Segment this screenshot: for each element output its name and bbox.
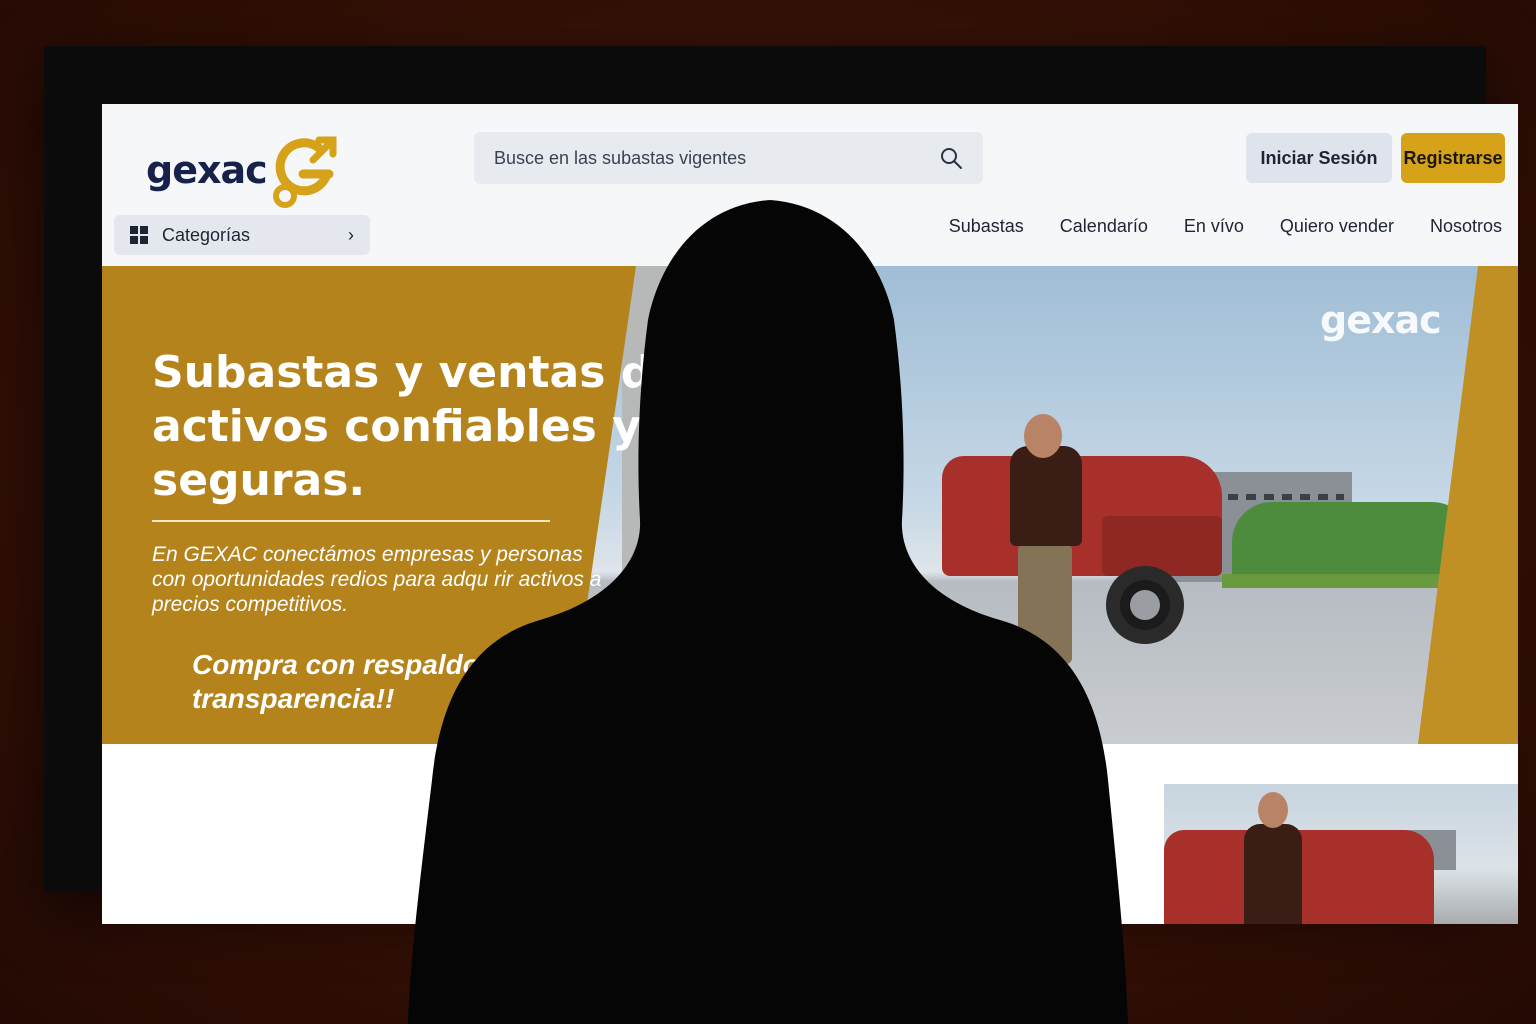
hero-cta-text: Compra con respaldo y transparencia!! <box>192 649 504 714</box>
hero-description: En GEXAC conectámos empresas y personas … <box>152 543 602 616</box>
tv-frame: gexac Iniciar Sesión Registrarse Categor… <box>44 46 1518 924</box>
categories-menu-button[interactable]: Categorías › <box>114 215 370 255</box>
logo-text: gexac <box>146 148 268 192</box>
trust-photo-man <box>1244 824 1302 924</box>
search-input[interactable] <box>494 147 939 169</box>
hero-man-head <box>1024 414 1062 458</box>
hero-man-legs <box>1018 544 1072 664</box>
website-screen: gexac Iniciar Sesión Registrarse Categor… <box>102 104 1518 924</box>
login-button[interactable]: Iniciar Sesión <box>1246 133 1392 183</box>
hero-truck-bed <box>1102 516 1222 576</box>
hero-trees <box>1232 502 1472 582</box>
hero-truck-wheel <box>1106 566 1184 644</box>
trust-photo <box>1164 784 1518 924</box>
main-nav: Subastas Calendarío En vívo Quiero vende… <box>949 216 1502 237</box>
hero-house-window <box>662 284 742 342</box>
hero-title: Subastas y ventas de activos confiables … <box>152 347 683 506</box>
hero-watermark-logo: gexac <box>1320 298 1442 342</box>
logo-arrow-icon <box>272 136 337 208</box>
hero-divider <box>152 520 550 522</box>
chevron-right-icon: › <box>348 224 354 245</box>
nav-item-quiero-vender[interactable]: Quiero vender <box>1280 216 1394 237</box>
search-icon[interactable] <box>939 146 963 170</box>
nav-item-nosotros[interactable]: Nosotros <box>1430 216 1502 237</box>
hero-hedge <box>1222 574 1452 588</box>
search-bar[interactable] <box>474 132 983 184</box>
trust-photo-man-head <box>1258 792 1288 828</box>
site-logo[interactable]: gexac <box>146 130 341 210</box>
trust-heading: Confián en Gexac <box>654 826 1025 870</box>
register-button[interactable]: Registrarse <box>1401 133 1505 183</box>
hero-banner[interactable]: gexac Subastas y ventas de activos confi… <box>102 266 1518 744</box>
grid-icon <box>130 226 148 244</box>
categories-label: Categorías <box>162 224 251 245</box>
nav-item-subastas[interactable]: Subastas <box>949 216 1024 237</box>
nav-item-calendario[interactable]: Calendarío <box>1060 216 1148 237</box>
nav-item-en-vivo[interactable]: En vívo <box>1184 216 1244 237</box>
hero-man <box>1010 446 1082 546</box>
trust-section: Confián en Gexac <box>102 744 1518 924</box>
